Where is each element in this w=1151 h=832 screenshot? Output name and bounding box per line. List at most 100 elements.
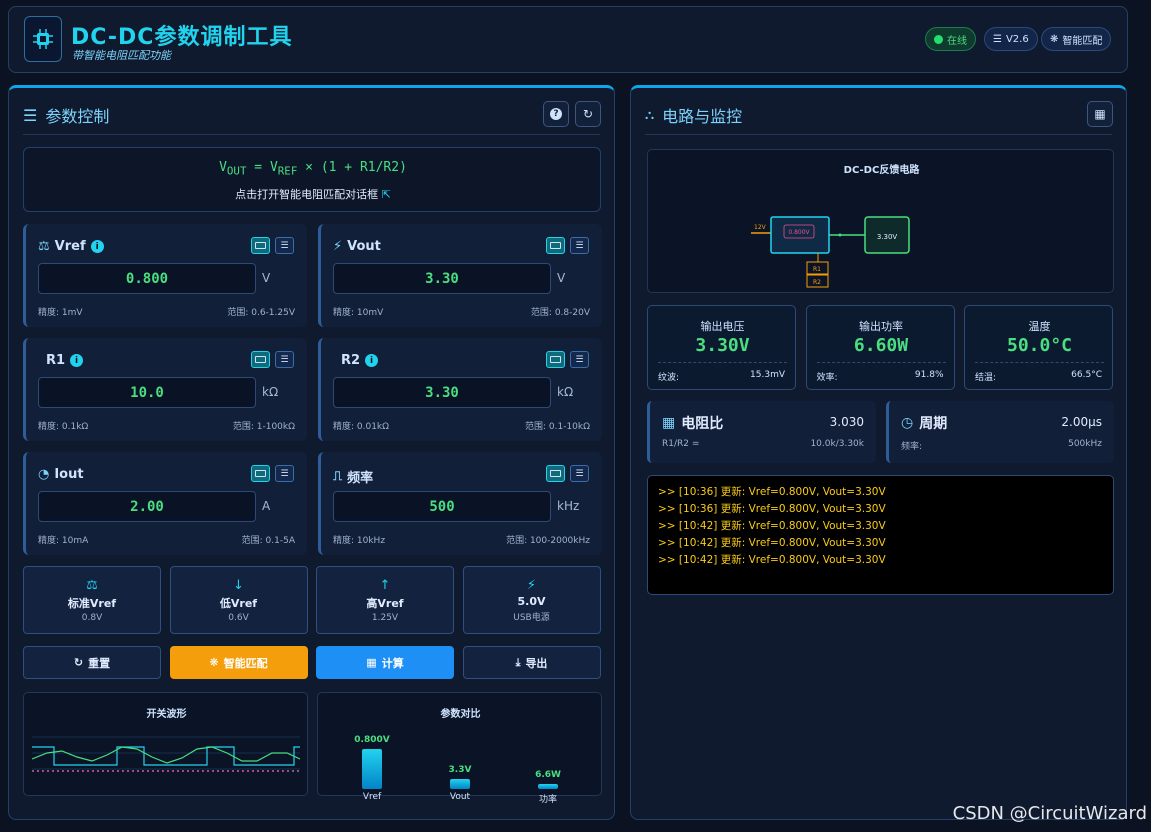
bar-value-label: 6.6W	[535, 769, 561, 780]
info-icon[interactable]: i	[70, 354, 84, 367]
param-compare-panel: 参数对比 0.800V Vref 3.3V Vout 6.6W 功率	[317, 692, 602, 805]
calculator-button[interactable]: ▦	[1087, 101, 1113, 127]
log-line: >> [10:42] 更新: Vref=0.800V, Vout=3.30V	[658, 520, 886, 532]
balance-icon: ⚖	[86, 577, 98, 593]
formula-box[interactable]: VOUT = VREF × (1 + R1/R2) 点击打开智能电阻匹配对话框 …	[23, 147, 601, 212]
smart-match-button[interactable]: ❋ 智能匹配	[169, 646, 308, 679]
help-button[interactable]: ?	[543, 101, 569, 127]
param-precision: 精度: 0.01kΩ	[333, 422, 390, 432]
slider-toggle-button[interactable]: ☰	[275, 237, 294, 254]
bolt-icon: ⚡	[526, 577, 537, 593]
keyboard-input-button[interactable]	[251, 465, 270, 482]
stat-value: 3.30V	[695, 335, 750, 356]
calculate-button[interactable]: ▦ 计算	[316, 646, 454, 679]
stat-detail: 15.3mV	[750, 370, 785, 380]
slider-toggle-button[interactable]: ☰	[275, 351, 294, 368]
update-log[interactable]: >> [10:36] 更新: Vref=0.800V, Vout=3.30V >…	[647, 475, 1114, 595]
param-precision: 精度: 10mV	[333, 308, 384, 318]
svg-text:R1: R1	[813, 266, 821, 273]
slider-toggle-button[interactable]: ☰	[275, 465, 294, 482]
question-icon: ?	[550, 108, 562, 120]
reset-button[interactable]: ↻ 重置	[23, 646, 161, 679]
param-precision: 精度: 1mV	[38, 308, 83, 318]
param-unit: A	[262, 499, 271, 513]
param-value-input[interactable]: 3.30	[333, 377, 551, 408]
feedback-circuit-svg: 12V 0.800V 3.30V R1 R2	[751, 216, 910, 288]
compare-title: 参数对比	[440, 709, 481, 720]
keyboard-input-button[interactable]	[546, 351, 565, 368]
param-card-r2: R2 i ☰ 3.30 kΩ 精度: 0.01kΩ 范围: 0.1-10kΩ	[318, 338, 602, 441]
keyboard-icon	[550, 470, 561, 477]
circuit-diagram: DC-DC反馈电路 12V 0.800V 3.30V R1 R2	[647, 149, 1114, 293]
export-button[interactable]: ⤓ 导出	[462, 646, 601, 679]
switch-waveform-panel: 开关波形	[23, 692, 308, 796]
param-card-r1: R1 i ☰ 10.0 kΩ 精度: 0.1kΩ 范围: 1-100kΩ	[23, 338, 307, 441]
keyboard-icon	[550, 242, 561, 249]
ratio-detail: 10.0k/3.30k	[810, 439, 864, 449]
refresh-button[interactable]: ↻	[575, 101, 601, 127]
refresh-icon: ↻	[73, 656, 84, 669]
param-control-panel: ☰ 参数控制 ? ↻ VOUT = VREF × (1 + R1/R2) 点击打开…	[8, 85, 615, 820]
info-icon[interactable]: i	[365, 354, 379, 367]
param-precision: 精度: 10mA	[38, 536, 89, 546]
output-power-card: 输出功率 6.60W 效率: 91.8%	[805, 305, 955, 390]
ratio-value: 3.030	[829, 415, 864, 429]
vin-label: 12V	[754, 224, 767, 231]
bar-value-label: 3.3V	[448, 765, 472, 776]
gauge-icon: ◔	[38, 467, 50, 482]
circuit-monitor-panel: ⛬ 电路与监控 ▦ DC-DC反馈电路 12V 0.800V 3.30V R1 R…	[630, 85, 1127, 820]
sliders-icon: ☰	[280, 240, 289, 251]
app-subtitle: 带智能电阻匹配功能	[72, 49, 171, 62]
param-value-input[interactable]: 500	[333, 491, 551, 522]
log-line: >> [10:36] 更新: Vref=0.800V, Vout=3.30V	[658, 503, 886, 515]
keyboard-input-button[interactable]	[546, 465, 565, 482]
waveform-chart	[32, 736, 300, 772]
param-value-input[interactable]: 0.800	[38, 263, 256, 294]
chip-label: 0.800V	[788, 229, 810, 236]
keyboard-icon	[255, 242, 266, 249]
keyboard-input-button[interactable]	[251, 237, 270, 254]
log-line: >> [10:42] 更新: Vref=0.800V, Vout=3.30V	[658, 537, 886, 549]
param-range: 范围: 0.1-10kΩ	[525, 422, 590, 432]
preset-button[interactable]: ↑ 高Vref 1.25V	[316, 566, 454, 634]
param-value-input[interactable]: 3.30	[333, 263, 551, 294]
keyboard-input-button[interactable]	[546, 237, 565, 254]
preset-button[interactable]: ⚡ 5.0V USB电源	[462, 566, 601, 634]
preset-button[interactable]: ↓ 低Vref 0.6V	[169, 566, 308, 634]
param-card-iout: ◔ Iout ☰ 2.00 A 精度: 10mA 范围: 0.1-5A	[23, 452, 307, 555]
param-card-vout: ⚡ Vout ☰ 3.30 V 精度: 10mV 范围: 0.8-20V	[318, 224, 602, 327]
param-value-input[interactable]: 10.0	[38, 377, 256, 408]
stat-value: 6.60W	[853, 335, 909, 356]
keyboard-icon	[550, 356, 561, 363]
param-value-input[interactable]: 2.00	[38, 491, 256, 522]
chip-icon	[24, 16, 62, 62]
slider-toggle-button[interactable]: ☰	[570, 351, 589, 368]
formula-link[interactable]: 点击打开智能电阻匹配对话框 ⇱	[24, 186, 602, 202]
slider-toggle-button[interactable]: ☰	[570, 237, 589, 254]
bar-name-label: 功率	[538, 795, 557, 805]
arrow-down-icon: ↓	[233, 577, 244, 593]
calculator-icon: ▦	[1094, 107, 1106, 121]
param-range: 范围: 0.8-20V	[530, 308, 590, 318]
keyboard-icon	[255, 356, 266, 363]
preset-button[interactable]: ⚖ 标准Vref 0.8V	[23, 566, 161, 634]
sliders-icon: ☰	[993, 33, 1002, 45]
sliders-icon: ☰	[280, 354, 289, 365]
bar-name-label: Vout	[449, 792, 471, 802]
external-link-icon: ⇱	[381, 188, 391, 201]
output-label: 3.30V	[877, 233, 898, 241]
bar-name-label: Vref	[362, 792, 382, 802]
slider-toggle-button[interactable]: ☰	[570, 465, 589, 482]
smart-match-badge[interactable]: ❋ 智能匹配	[1041, 27, 1112, 51]
sliders-icon: ☰	[575, 354, 584, 365]
sliders-icon: ☰	[280, 468, 289, 479]
param-unit: V	[557, 271, 566, 285]
pulse-icon: ⎍	[333, 469, 343, 484]
circuit-title: DC-DC反馈电路	[843, 165, 920, 176]
compare-bar	[450, 779, 470, 789]
info-icon[interactable]: i	[90, 240, 104, 253]
keyboard-input-button[interactable]	[251, 351, 270, 368]
status-badge-online: 在线	[925, 27, 976, 51]
calculator-icon: ▦	[662, 415, 676, 431]
param-range: 范围: 0.1-5A	[241, 536, 295, 546]
